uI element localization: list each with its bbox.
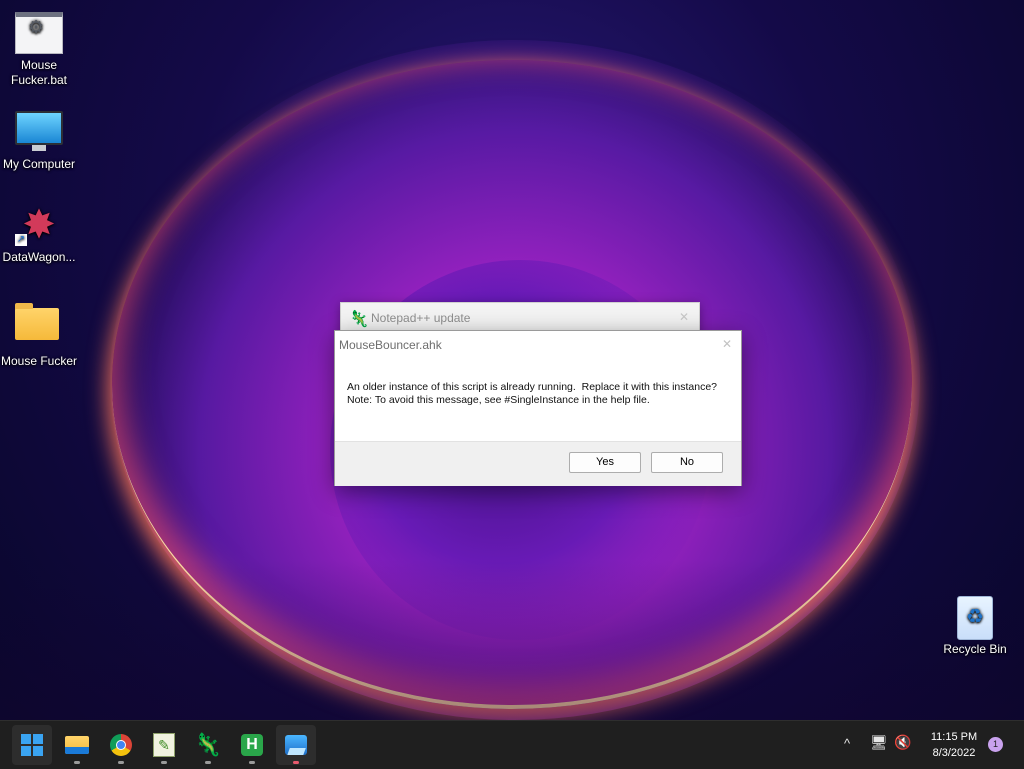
file-explorer-icon	[65, 736, 89, 754]
desktop-icon-mouse-fucker-bat[interactable]: ⚙ Mouse Fucker.bat	[0, 12, 78, 88]
desktop-icon-datawagon[interactable]: ✸ ↗ DataWagon...	[0, 204, 78, 265]
no-button[interactable]: No	[651, 452, 723, 473]
folder-icon	[15, 303, 63, 350]
monitor-icon	[15, 111, 63, 153]
yes-button[interactable]: Yes	[569, 452, 641, 473]
taskbar-chrome[interactable]	[101, 725, 141, 765]
h-app-icon: H	[241, 734, 263, 756]
desktop-icon-my-computer[interactable]: My Computer	[0, 107, 78, 172]
taskbar-notepadpp[interactable]: ✎	[144, 725, 184, 765]
taskbar-h-app[interactable]: H	[232, 725, 272, 765]
notepadpp-lizard-icon: 🦎	[349, 311, 369, 328]
clock-time: 11:15 PM	[930, 731, 978, 743]
network-icon[interactable]: 🖥	[870, 734, 888, 751]
close-icon[interactable]: ✕	[722, 337, 732, 351]
photos-icon	[285, 735, 307, 755]
clock-date: 8/3/2022	[932, 747, 976, 759]
desktop-icon-label: Mouse Fucker	[0, 354, 78, 368]
chevron-up-icon[interactable]: ^	[844, 736, 850, 751]
taskbar-file-explorer[interactable]	[57, 725, 97, 765]
taskbar: ✎ 🦎 H ^ 🖥 🔇 11:15 PM 8/3/2022 1	[0, 720, 1024, 769]
dialog-message: An older instance of this script is alre…	[347, 381, 727, 407]
desktop-icon-mouse-fucker-folder[interactable]: Mouse Fucker	[0, 302, 78, 369]
mousebouncer-dialog: MouseBouncer.ahk ✕ An older instance of …	[334, 330, 742, 486]
taskbar-notepadpp-updater[interactable]: 🦎	[188, 725, 228, 765]
notepadpp-lizard-icon: 🦎	[194, 732, 222, 757]
start-button[interactable]	[12, 725, 52, 765]
shortcut-arrow-icon: ↗	[15, 234, 27, 246]
taskbar-photos[interactable]	[276, 725, 316, 765]
datawagon-shortcut-icon: ✸ ↗	[15, 203, 56, 247]
notepadpp-icon: ✎	[153, 733, 175, 757]
desktop-icon-label: My Computer	[2, 157, 76, 171]
clock[interactable]: 11:15 PM 8/3/2022	[918, 729, 990, 761]
dialog-message-line: An older instance of this script is alre…	[347, 381, 718, 393]
dialog-message-note: Note: To avoid this message, see #Single…	[347, 394, 650, 406]
desktop-icon-label: Mouse Fucker.bat	[10, 58, 68, 87]
desktop-icon-recycle-bin[interactable]: ♻ Recycle Bin	[936, 596, 1014, 657]
dialog-button-bar: Yes No	[335, 441, 741, 486]
window-title: Notepad++ update	[371, 311, 471, 325]
volume-muted-icon[interactable]: 🔇	[894, 734, 911, 751]
batch-file-icon: ⚙	[15, 12, 63, 54]
recycle-bin-icon: ♻	[951, 596, 999, 640]
desktop-icon-label: DataWagon...	[2, 250, 76, 264]
chrome-icon	[110, 734, 132, 756]
dialog-title: MouseBouncer.ahk	[339, 338, 442, 352]
windows-logo-icon	[21, 734, 43, 756]
notification-badge[interactable]: 1	[988, 737, 1003, 752]
desktop-icon-label: Recycle Bin	[943, 642, 1007, 656]
close-icon[interactable]: ✕	[679, 310, 689, 324]
